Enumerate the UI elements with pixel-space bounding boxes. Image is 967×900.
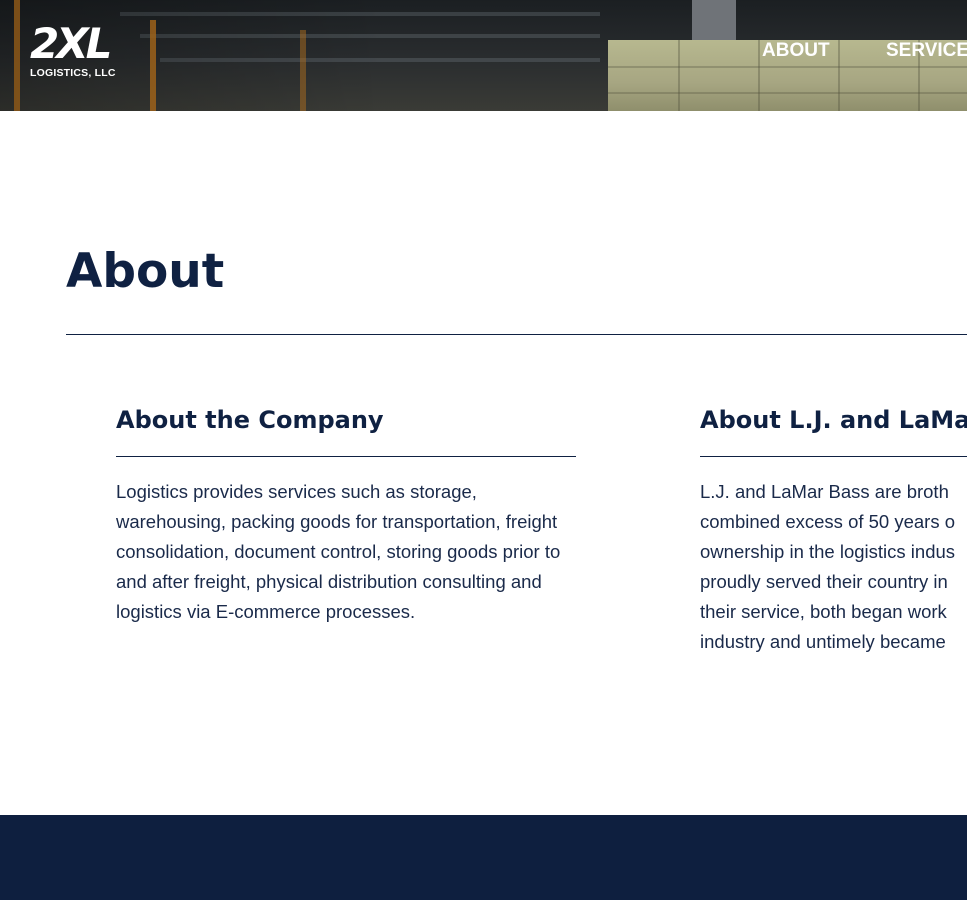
about-founders-line: their service, both began work bbox=[700, 601, 947, 622]
about-company-line: Logistics provides services such as stor… bbox=[116, 481, 477, 502]
about-company-line: consolidation, document control, storing… bbox=[116, 541, 561, 562]
about-founders-line: industry and untimely became bbox=[700, 631, 946, 652]
about-company-heading: About the Company bbox=[116, 406, 384, 434]
about-company-line: warehousing, packing goods for transport… bbox=[116, 511, 558, 532]
logo-mark: 2XL bbox=[30, 19, 112, 68]
site-header: 2XL LOGISTICS, LLC ABOUT SERVICE bbox=[0, 0, 967, 111]
page-title: About bbox=[66, 244, 225, 299]
about-founders-line: combined excess of 50 years o bbox=[700, 511, 956, 532]
about-founders-line: ownership in the logistics indus bbox=[700, 541, 956, 562]
about-founders-divider bbox=[700, 456, 967, 457]
logo-subtitle: LOGISTICS, LLC bbox=[30, 67, 116, 79]
nav-link-about[interactable]: ABOUT bbox=[762, 40, 830, 62]
nav-link-services[interactable]: SERVICE bbox=[886, 40, 967, 62]
about-company-divider bbox=[116, 456, 576, 457]
title-divider bbox=[66, 334, 967, 335]
about-founders-line: L.J. and LaMar Bass are broth bbox=[700, 481, 949, 502]
about-company-text: Logistics provides services such as stor… bbox=[116, 477, 616, 627]
company-logo[interactable]: 2XL LOGISTICS, LLC bbox=[30, 20, 130, 82]
about-founders-line: proudly served their country in bbox=[700, 571, 948, 592]
about-founders-heading: About L.J. and LaMar bbox=[700, 406, 967, 434]
about-company-line: logistics via E-commerce processes. bbox=[116, 601, 416, 622]
site-footer bbox=[0, 815, 967, 900]
about-founders-text: L.J. and LaMar Bass are broth combined e… bbox=[700, 477, 967, 657]
about-company-line: and after freight, physical distribution… bbox=[116, 571, 542, 592]
